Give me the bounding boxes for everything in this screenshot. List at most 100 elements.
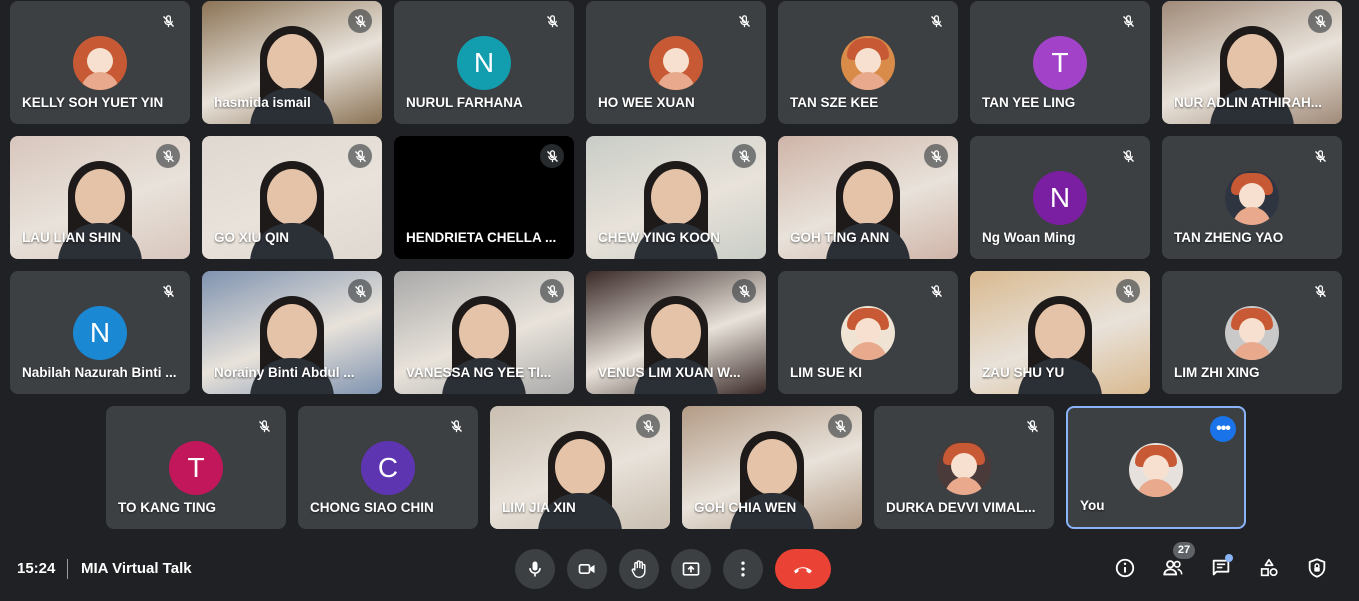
mic-off-icon xyxy=(834,419,846,432)
mic-off-icon xyxy=(354,284,366,297)
participant-name: VANESSA NG YEE TI... xyxy=(406,365,552,380)
muted-indicator xyxy=(348,279,372,303)
more-options-button[interactable] xyxy=(723,549,763,589)
participant-tile[interactable]: DURKA DEVVI VIMAL... xyxy=(874,406,1054,529)
participant-tile[interactable]: Norainy Binti Abdul ... xyxy=(202,271,382,394)
activities-button[interactable] xyxy=(1256,555,1282,581)
activities-icon xyxy=(1260,558,1278,577)
mic-off-icon xyxy=(546,14,558,27)
muted-indicator xyxy=(156,279,180,303)
mic-off-icon xyxy=(354,149,366,162)
participant-tile[interactable]: N Nabilah Nazurah Binti ... xyxy=(10,271,190,394)
leave-call-button[interactable] xyxy=(775,549,831,589)
participant-tile[interactable]: LIM ZHI XING xyxy=(1162,271,1342,394)
muted-indicator xyxy=(348,9,372,33)
participant-name: DURKA DEVVI VIMAL... xyxy=(886,500,1036,515)
participant-name: TAN ZHENG YAO xyxy=(1174,230,1284,245)
muted-indicator xyxy=(540,279,564,303)
participant-name: You xyxy=(1080,498,1105,513)
participant-name: KELLY SOH YUET YIN xyxy=(22,95,164,110)
meeting-info-button[interactable] xyxy=(1112,555,1138,581)
mic-off-icon xyxy=(258,419,270,432)
participant-name: LIM JIA XIN xyxy=(502,500,576,515)
participant-name: GOH TING ANN xyxy=(790,230,890,245)
bottom-toolbar: 15:24 MIA Virtual Talk 27 xyxy=(0,540,1359,601)
participant-tile[interactable]: GOH TING ANN xyxy=(778,136,958,259)
participant-name: Norainy Binti Abdul ... xyxy=(214,365,355,380)
leave-call-icon xyxy=(794,567,812,574)
mic-off-icon xyxy=(1122,14,1134,27)
self-tile[interactable]: ••• You xyxy=(1066,406,1246,529)
muted-indicator xyxy=(252,414,276,438)
participant-tile[interactable]: GOH CHIA WEN xyxy=(682,406,862,529)
muted-indicator xyxy=(348,144,372,168)
camera-button[interactable] xyxy=(567,549,607,589)
participant-tile[interactable]: TAN SZE KEE xyxy=(778,1,958,124)
participant-tile[interactable]: KELLY SOH YUET YIN xyxy=(10,1,190,124)
participant-profile-picture xyxy=(937,441,991,495)
participant-tile[interactable]: C CHONG SIAO CHIN xyxy=(298,406,478,529)
participant-name: CHONG SIAO CHIN xyxy=(310,500,434,515)
raise-hand-icon xyxy=(631,560,646,579)
mic-off-icon xyxy=(930,149,942,162)
participant-tile[interactable]: T TO KANG TING xyxy=(106,406,286,529)
participant-tile[interactable]: LIM SUE KI xyxy=(778,271,958,394)
mic-off-icon xyxy=(738,284,750,297)
present-screen-icon xyxy=(682,562,700,576)
participant-initial-avatar: N xyxy=(457,36,511,90)
participant-tile[interactable]: GO XIU QIN xyxy=(202,136,382,259)
muted-indicator xyxy=(1116,279,1140,303)
mic-off-icon xyxy=(642,419,654,432)
participant-name: GOH CHIA WEN xyxy=(694,500,797,515)
participant-profile-picture xyxy=(841,36,895,90)
participant-tile[interactable]: VANESSA NG YEE TI... xyxy=(394,271,574,394)
participant-tile[interactable]: NUR ADLIN ATHIRAH... xyxy=(1162,1,1342,124)
participant-profile-picture xyxy=(1225,171,1279,225)
participant-tile[interactable]: VENUS LIM XUAN W... xyxy=(586,271,766,394)
participant-tile[interactable]: LAU LIAN SHIN xyxy=(10,136,190,259)
mic-off-icon xyxy=(1122,284,1134,297)
meeting-clock: 15:24 xyxy=(17,560,56,577)
participant-name: HENDRIETA CHELLA ... xyxy=(406,230,557,245)
muted-indicator xyxy=(828,414,852,438)
participant-tile[interactable]: T TAN YEE LING xyxy=(970,1,1150,124)
self-tile-more-button[interactable]: ••• xyxy=(1210,416,1236,442)
participant-tile[interactable]: ZAU SHU YU xyxy=(970,271,1150,394)
participant-tile[interactable]: N NURUL FARHANA xyxy=(394,1,574,124)
participant-tile[interactable]: hasmida ismail xyxy=(202,1,382,124)
muted-indicator xyxy=(636,414,660,438)
participant-name: hasmida ismail xyxy=(214,95,311,110)
muted-indicator xyxy=(156,144,180,168)
participant-tile[interactable]: HENDRIETA CHELLA ... xyxy=(394,136,574,259)
mic-off-icon xyxy=(1314,149,1326,162)
participant-name: NUR ADLIN ATHIRAH... xyxy=(1174,95,1322,110)
participant-tile[interactable]: LIM JIA XIN xyxy=(490,406,670,529)
participant-name: NURUL FARHANA xyxy=(406,95,523,110)
host-controls-button[interactable] xyxy=(1304,555,1330,581)
participant-tile[interactable]: HO WEE XUAN xyxy=(586,1,766,124)
people-icon xyxy=(1163,560,1183,576)
muted-indicator xyxy=(1116,9,1140,33)
participant-name: LAU LIAN SHIN xyxy=(22,230,121,245)
participant-name: VENUS LIM XUAN W... xyxy=(598,365,741,380)
mic-off-icon xyxy=(1314,14,1326,27)
participant-profile-picture xyxy=(649,36,703,90)
participant-tile[interactable]: N Ng Woan Ming xyxy=(970,136,1150,259)
present-screen-button[interactable] xyxy=(671,549,711,589)
participant-initial-avatar: C xyxy=(361,441,415,495)
mic-off-icon xyxy=(930,284,942,297)
muted-indicator xyxy=(1308,279,1332,303)
participant-tile[interactable]: CHEW YING KOON xyxy=(586,136,766,259)
people-count-badge: 27 xyxy=(1173,542,1195,559)
raise-hand-button[interactable] xyxy=(619,549,659,589)
participant-profile-picture xyxy=(73,36,127,90)
participant-name: ZAU SHU YU xyxy=(982,365,1065,380)
mic-off-icon xyxy=(162,149,174,162)
mic-off-icon xyxy=(162,284,174,297)
microphone-button[interactable] xyxy=(515,549,555,589)
participant-tile[interactable]: TAN ZHENG YAO xyxy=(1162,136,1342,259)
mic-off-icon xyxy=(162,14,174,27)
mic-off-icon xyxy=(354,14,366,27)
more-options-icon xyxy=(741,561,745,577)
muted-indicator xyxy=(1116,144,1140,168)
